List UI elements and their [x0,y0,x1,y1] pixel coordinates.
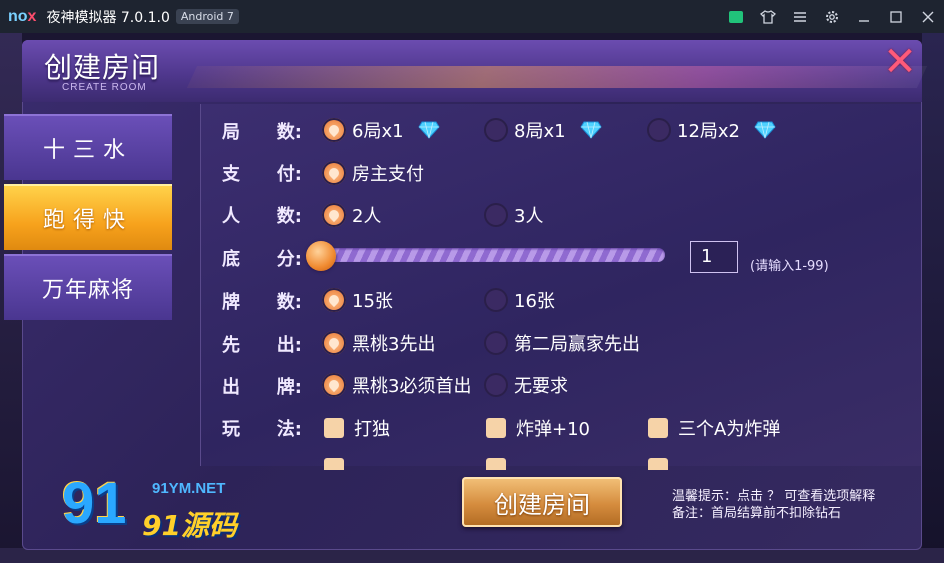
clipped-next-row [200,458,820,470]
play-card-option-none[interactable]: 无要求 [484,372,568,398]
option-label: 三个A为炸弹 [678,419,781,440]
tab-label: 跑得快 [42,208,133,233]
tab-label: 万年麻将 [41,278,134,303]
dialog-header: 创建房间 CREATE ROOM ✕ [22,39,928,102]
diamond-icon [579,121,602,139]
play-card-label: 出牌: [222,377,302,398]
option-label: 黑桃3必须首出 [352,376,472,397]
option-label: 黑桃3先出 [352,334,436,355]
option-label: 第二局赢家先出 [514,334,640,355]
payment-option-owner[interactable]: 房主支付 [322,160,424,186]
checkbox[interactable] [648,458,668,470]
radio-selected[interactable] [322,331,346,355]
checkbox[interactable] [324,418,344,438]
rounds-option-12[interactable]: 12局x2 [647,117,776,143]
tip-line-2: 备注：首局结算前不扣除钻石 [672,506,842,521]
cards-label: 牌数: [222,292,302,313]
option-label: 3人 [514,206,544,227]
radio-selected[interactable] [322,373,346,397]
shirt-icon[interactable] [752,0,784,33]
checkbox[interactable] [486,458,506,470]
store-icon[interactable] [720,0,752,33]
rounds-option-6[interactable]: 6局x1 [322,117,440,143]
radio-unselected[interactable] [484,373,508,397]
watermark-logo: 91 91YM.NET 91源码 [62,468,262,542]
slider-handle[interactable] [306,241,336,271]
create-room-button[interactable]: 创建房间 [462,477,622,527]
close-icon[interactable] [912,0,944,33]
rule-option-three-aces[interactable]: 三个A为炸弹 [648,415,780,441]
radio-selected[interactable] [322,203,346,227]
checkbox[interactable] [648,418,668,438]
rule-option-dadu[interactable]: 打独 [324,415,390,441]
maximize-icon[interactable] [880,0,912,33]
payment-label: 支付: [222,164,302,185]
game-background-right [922,33,944,563]
first-play-label: 先出: [222,335,302,356]
option-label: 房主支付 [352,164,424,185]
first-play-option-winner[interactable]: 第二局赢家先出 [484,330,640,356]
rounds-label: 局数: [222,122,302,143]
watermark-91: 91 [62,471,127,536]
game-background-bottom [0,548,944,563]
diamond-icon [754,121,776,139]
radio-unselected[interactable] [484,118,508,142]
menu-icon[interactable] [784,0,816,33]
radio-selected[interactable] [322,288,346,312]
nox-logo: nox [8,7,37,25]
checkbox[interactable] [324,458,344,470]
title-bar: nox 夜神模拟器 7.0.1.0 Android 7 [0,0,944,33]
radio-selected[interactable] [322,161,346,185]
radio-unselected[interactable] [484,331,508,355]
option-label: 15张 [352,291,393,312]
watermark-url: 91YM.NET [152,480,226,497]
tab-paodekuai[interactable]: 跑得快 [4,184,172,250]
header-decoration [186,66,928,88]
dialog-title: 创建房间 [44,51,161,84]
option-label: 16张 [514,291,555,312]
base-score-input[interactable]: 1 [690,241,738,273]
first-play-option-spade3[interactable]: 黑桃3先出 [322,330,435,356]
option-label: 6局x1 [352,121,404,142]
settings-area [200,104,921,466]
option-label: 无要求 [514,376,568,397]
option-label: 炸弹+10 [516,419,590,440]
radio-unselected[interactable] [647,118,671,142]
close-x-icon: ✕ [883,39,917,85]
radio-unselected[interactable] [484,288,508,312]
dialog-close-button[interactable]: ✕ [882,39,918,85]
tab-shisanshui[interactable]: 十三水 [4,114,172,180]
base-score-slider[interactable] [320,248,665,262]
settings-icon[interactable] [816,0,848,33]
watermark-cn: 91源码 [142,509,237,542]
option-label: 8局x1 [514,121,566,142]
android-version-badge: Android 7 [175,9,239,24]
diamond-icon [417,121,440,139]
option-label: 2人 [352,206,382,227]
tab-label: 十三水 [42,138,133,163]
option-label: 打独 [354,419,390,440]
option-label: 12局x2 [677,121,741,142]
minimize-icon[interactable] [848,0,880,33]
radio-unselected[interactable] [484,203,508,227]
radio-selected[interactable] [322,118,346,142]
players-label: 人数: [222,206,302,227]
dialog-subtitle: CREATE ROOM [62,82,147,93]
window-title: 夜神模拟器 7.0.1.0 [46,9,170,26]
cards-option-16[interactable]: 16张 [484,287,555,313]
rounds-option-8[interactable]: 8局x1 [484,117,602,143]
checkbox[interactable] [486,418,506,438]
rule-option-bomb10[interactable]: 炸弹+10 [486,415,590,441]
players-option-2[interactable]: 2人 [322,202,381,228]
cards-option-15[interactable]: 15张 [322,287,393,313]
base-score-hint: (请输入1-99) [750,259,829,274]
tab-wannian-majiang[interactable]: 万年麻将 [4,254,172,320]
rules-label: 玩法: [222,419,302,440]
base-score-label: 底分: [222,249,302,270]
play-card-option-spade3-first[interactable]: 黑桃3必须首出 [322,372,471,398]
button-label: 创建房间 [494,490,590,519]
players-option-3[interactable]: 3人 [484,202,543,228]
